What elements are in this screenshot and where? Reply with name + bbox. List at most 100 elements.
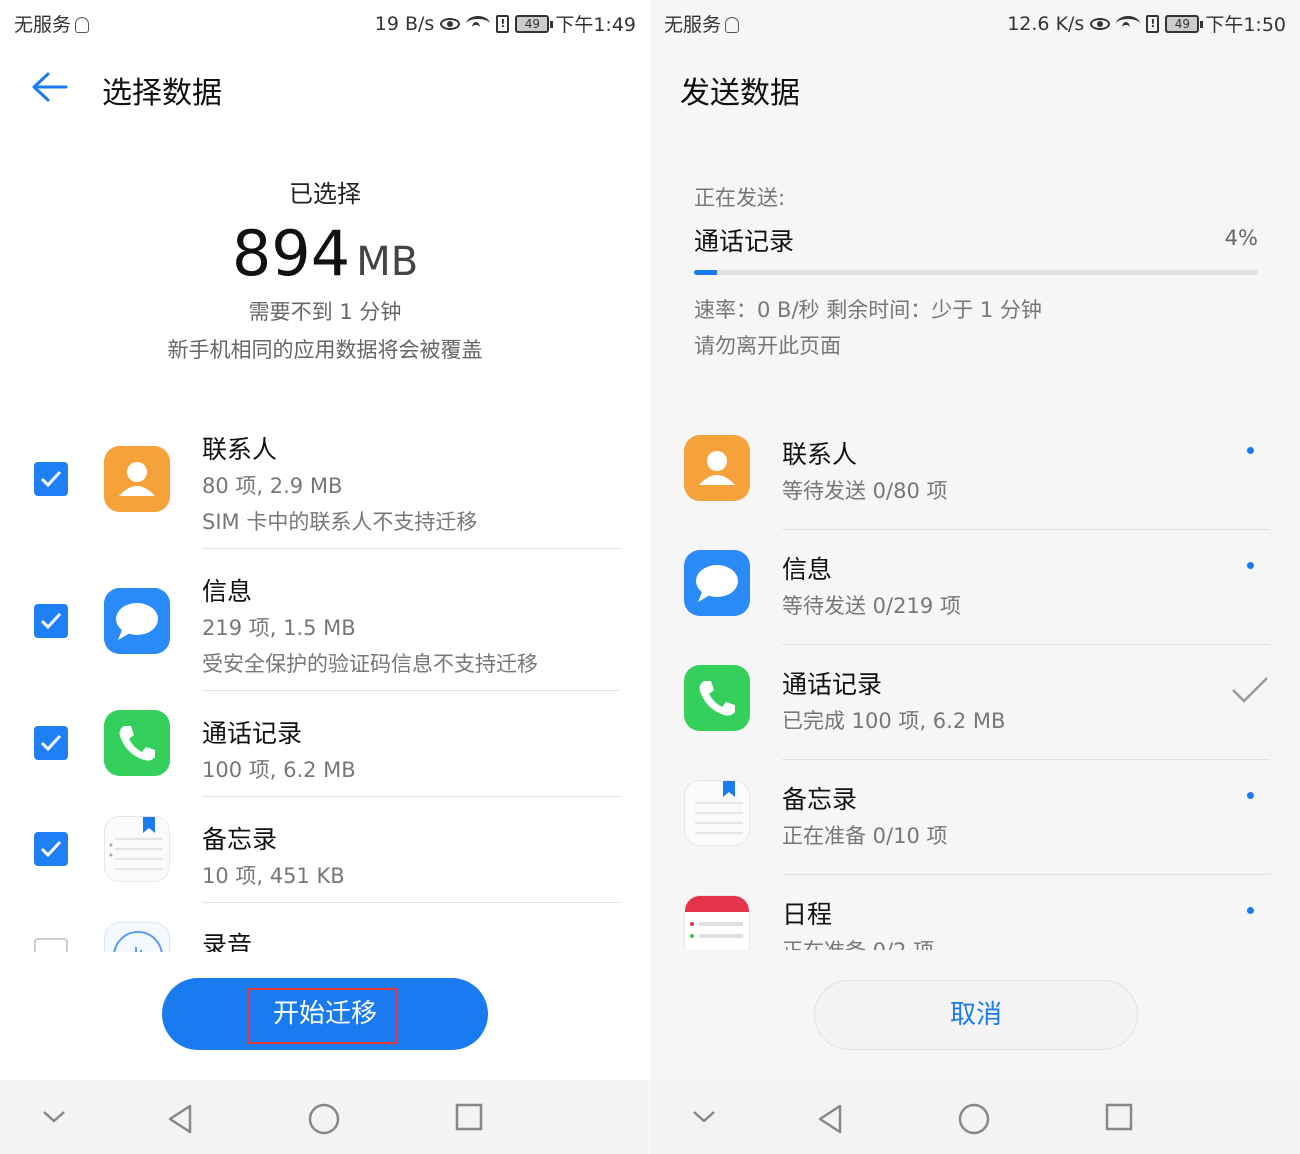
item-detail: 80 项, 2.9 MB [202, 474, 343, 498]
carrier-text: 无服务 [14, 14, 72, 36]
item-detail: 219 项, 1.5 MB [202, 616, 356, 640]
checkmark-icon [40, 840, 62, 858]
transfer-list: 联系人 等待发送 0/80 项 信息 等待发送 0/219 项 通话记录 已完成… [650, 415, 1300, 950]
checkmark-icon [40, 612, 62, 630]
list-item[interactable]: 备忘录 10 项, 451 KB [0, 810, 650, 916]
highlight-frame [248, 988, 398, 1044]
nav-collapse-icon[interactable] [40, 1108, 68, 1126]
navigation-bar [650, 1080, 1300, 1154]
item-checkbox[interactable] [34, 726, 68, 760]
divider [202, 902, 620, 903]
phone-icon [104, 710, 170, 776]
item-title: 通话记录 [782, 670, 883, 699]
notification-icon [75, 17, 90, 33]
divider [202, 548, 620, 549]
page-title: 选择数据 [102, 76, 222, 111]
sim-alert-icon: ! [1146, 14, 1160, 33]
app-bar: 选择数据 [0, 44, 650, 132]
network-speed: 19 B/s [374, 12, 435, 35]
list-item: 信息 等待发送 0/219 项 [650, 530, 1300, 645]
cancel-button[interactable]: 取消 [814, 980, 1138, 1050]
item-status: 已完成 100 项, 6.2 MB [782, 709, 1006, 733]
item-status: 正在准备 0/2 项 [782, 935, 934, 950]
status-bar: 无服务 19 B/s ! 49 下午1:49 [0, 0, 650, 44]
current-item: 通话记录 [694, 227, 795, 256]
send-data-screen: 无服务 12.6 K/s ! 49 下午1:50 发送数据 正在发送: 通话记录… [650, 0, 1300, 1154]
notes-icon [684, 780, 750, 846]
item-title: 信息 [782, 555, 833, 584]
item-checkbox[interactable] [34, 462, 68, 496]
clock: 下午1:50 [1205, 14, 1286, 36]
battery-icon: 49 [515, 14, 554, 33]
item-note: 受安全保护的验证码信息不支持迁移 [202, 652, 538, 676]
list-item: 日程 正在准备 0/2 项 [650, 875, 1300, 950]
time-estimate: 需要不到 1 分钟 [248, 300, 402, 324]
nav-recents-icon[interactable] [1104, 1102, 1134, 1132]
battery-level: 49 [1174, 16, 1190, 31]
checkmark-icon [1232, 677, 1268, 703]
select-data-screen: 无服务 19 B/s ! 49 下午1:49 选择数据 已选择 894 MB 需要… [0, 0, 650, 1154]
calendar-icon [684, 895, 750, 950]
nav-back-icon[interactable] [814, 1102, 846, 1136]
item-status: 正在准备 0/10 项 [782, 824, 948, 848]
stay-warning: 请勿离开此页面 [694, 334, 841, 358]
item-title: 备忘录 [782, 785, 858, 814]
carrier-text: 无服务 [664, 14, 722, 36]
pending-indicator [1247, 562, 1254, 569]
network-speed: 12.6 K/s [1007, 12, 1085, 35]
battery-level: 49 [524, 16, 540, 31]
item-title: 通话记录 [202, 719, 303, 748]
pending-indicator [1247, 447, 1254, 454]
item-checkbox[interactable] [34, 832, 68, 866]
item-status: 等待发送 0/219 项 [782, 594, 961, 618]
item-checkbox[interactable] [34, 938, 68, 952]
item-title: 信息 [202, 577, 253, 606]
wifi-icon [466, 15, 491, 32]
list-item[interactable]: 录音 [0, 916, 650, 952]
notification-icon [725, 17, 740, 33]
phone-icon [684, 665, 750, 731]
list-item: 联系人 等待发送 0/80 项 [650, 415, 1300, 530]
transfer-speed: 速率：0 B/秒 剩余时间：少于 1 分钟 [694, 298, 1042, 322]
contacts-icon [104, 446, 170, 512]
divider [202, 796, 620, 797]
selection-summary: 已选择 894 MB 需要不到 1 分钟 新手机相同的应用数据将会被覆盖 [0, 174, 650, 364]
item-title: 录音 [202, 931, 253, 952]
nav-collapse-icon[interactable] [690, 1108, 718, 1126]
list-item: 备忘录 正在准备 0/10 项 [650, 760, 1300, 875]
eye-comfort-icon [440, 17, 461, 30]
item-title: 备忘录 [202, 825, 278, 854]
selected-size-unit: MB [356, 239, 419, 285]
item-title: 联系人 [782, 440, 858, 469]
selection-content: 已选择 894 MB 需要不到 1 分钟 新手机相同的应用数据将会被覆盖 联系人 … [0, 132, 650, 952]
messages-icon [104, 588, 170, 654]
item-checkbox[interactable] [34, 604, 68, 638]
nav-recents-icon[interactable] [454, 1102, 484, 1132]
nav-back-icon[interactable] [164, 1102, 196, 1136]
divider [202, 690, 620, 691]
back-arrow-icon[interactable] [30, 70, 70, 104]
eye-comfort-icon [1090, 17, 1111, 30]
page-title: 发送数据 [680, 76, 800, 111]
list-item[interactable]: 联系人 80 项, 2.9 MB SIM 卡中的联系人不支持迁移 [0, 420, 650, 560]
checkmark-icon [40, 470, 62, 488]
list-item[interactable]: 信息 219 项, 1.5 MB 受安全保护的验证码信息不支持迁移 [0, 562, 650, 702]
carrier-status: 无服务 [14, 10, 90, 37]
overwrite-warning: 新手机相同的应用数据将会被覆盖 [167, 338, 483, 362]
notes-icon [104, 816, 170, 882]
progress-percent: 4% [1224, 226, 1258, 250]
nav-home-icon[interactable] [307, 1102, 341, 1136]
app-bar: 发送数据 [650, 44, 1300, 132]
item-note: SIM 卡中的联系人不支持迁移 [202, 510, 478, 534]
item-title: 联系人 [202, 435, 278, 464]
progress-bar [694, 270, 1258, 275]
messages-icon [684, 550, 750, 616]
item-detail: 100 项, 6.2 MB [202, 758, 356, 782]
checkmark-icon [40, 734, 62, 752]
item-status: 等待发送 0/80 项 [782, 479, 948, 503]
start-migration-button[interactable]: 开始迁移 [162, 978, 488, 1050]
list-item[interactable]: 通话记录 100 项, 6.2 MB [0, 704, 650, 810]
contacts-icon [684, 435, 750, 501]
nav-home-icon[interactable] [957, 1102, 991, 1136]
item-detail: 10 项, 451 KB [202, 864, 345, 888]
